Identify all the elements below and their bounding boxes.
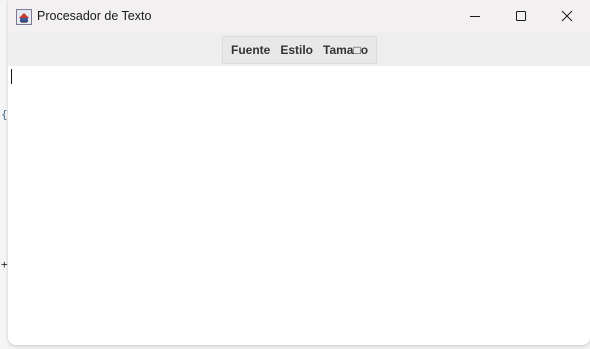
desktop-edge-glyph: { xyxy=(1,108,8,121)
minimize-icon xyxy=(469,7,481,26)
menu-estilo[interactable]: Estilo xyxy=(275,37,318,63)
window-title: Procesador de Texto xyxy=(37,9,152,23)
desktop-background xyxy=(0,0,8,349)
app-window: Procesador de Texto Fuente Estilo Tama□o xyxy=(8,0,590,345)
menu-fuente[interactable]: Fuente xyxy=(226,37,275,63)
minimize-button[interactable] xyxy=(452,0,498,33)
menu-bar: Fuente Estilo Tama□o xyxy=(8,33,590,66)
text-caret xyxy=(11,69,12,84)
maximize-icon xyxy=(515,7,527,26)
desktop-edge-glyph: + xyxy=(1,258,8,271)
title-bar[interactable]: Procesador de Texto xyxy=(8,0,590,33)
close-icon xyxy=(561,7,573,26)
menu-group: Fuente Estilo Tama□o xyxy=(222,36,378,64)
menu-tamano[interactable]: Tama□o xyxy=(318,37,373,63)
close-button[interactable] xyxy=(544,0,590,33)
text-editor-area[interactable] xyxy=(8,66,590,345)
maximize-button[interactable] xyxy=(498,0,544,33)
java-cup-icon xyxy=(16,9,32,25)
